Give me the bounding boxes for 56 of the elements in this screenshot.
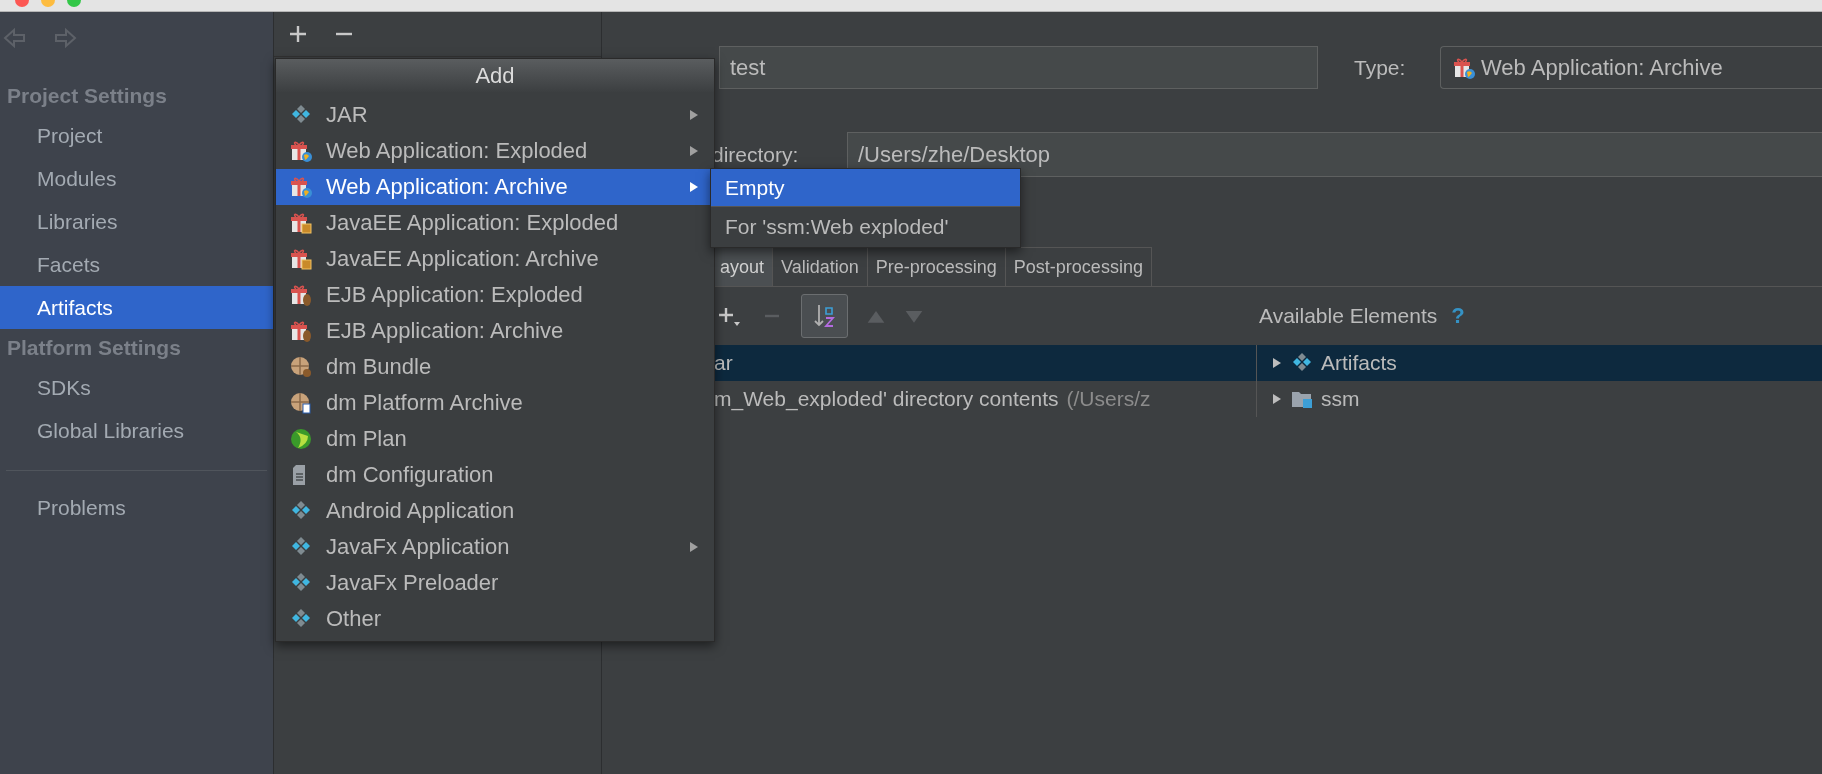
- bundle-icon: [290, 356, 312, 378]
- sort-icon: [811, 302, 838, 330]
- section-header: Project Settings: [6, 83, 168, 109]
- menu-item[interactable]: dm Plan: [276, 421, 714, 457]
- module-icon: [290, 536, 312, 558]
- module-icon: [290, 608, 312, 630]
- add-icon[interactable]: [287, 23, 309, 45]
- menu-item[interactable]: dm Configuration: [276, 457, 714, 493]
- directory-field[interactable]: /Users/zhe/Desktop: [847, 132, 1822, 177]
- menu-item[interactable]: EJB Application: Exploded: [276, 277, 714, 313]
- gift-globe-icon: [290, 140, 312, 162]
- sidebar-item[interactable]: Global Libraries: [0, 409, 273, 452]
- name-field[interactable]: test: [719, 46, 1318, 89]
- sort-toggle-button[interactable]: [801, 294, 848, 338]
- menu-item[interactable]: Android Application: [276, 493, 714, 529]
- sidebar-item[interactable]: Problems: [0, 486, 273, 529]
- gift-icon: [290, 212, 312, 234]
- module-icon: [290, 104, 312, 126]
- sidebar-item[interactable]: Artifacts: [0, 286, 273, 329]
- tree-item[interactable]: ssm: [1257, 381, 1822, 417]
- menu-item[interactable]: Web Application: Exploded: [276, 133, 714, 169]
- module-icon: [290, 500, 312, 522]
- sidebar-item[interactable]: Facets: [0, 243, 273, 286]
- menu-item[interactable]: JavaEE Application: Archive: [276, 241, 714, 277]
- directory-label: directory:: [712, 142, 800, 167]
- menu-item[interactable]: JavaFx Application: [276, 529, 714, 565]
- gift-globe-icon: [1453, 56, 1475, 79]
- tree-item[interactable]: Artifacts: [1257, 345, 1822, 381]
- sidebar-item[interactable]: Libraries: [0, 200, 273, 243]
- menu-item[interactable]: JavaFx Preloader: [276, 565, 714, 601]
- sphere-icon: [290, 428, 312, 450]
- gift-icon: [290, 248, 312, 270]
- section-header: Platform Settings: [6, 335, 182, 361]
- menu-item[interactable]: Other: [276, 601, 714, 637]
- menu-item[interactable]: dm Platform Archive: [276, 385, 714, 421]
- menu-item[interactable]: JAR: [276, 97, 714, 133]
- panel-header: Available Elements: [1259, 304, 1438, 328]
- add-dropdown-icon[interactable]: [717, 305, 743, 327]
- back-arrow-icon[interactable]: [3, 26, 27, 49]
- gift-icon: [290, 320, 312, 342]
- sidebar-item[interactable]: Modules: [0, 157, 273, 200]
- help-link[interactable]: ?: [1451, 303, 1465, 329]
- gift-icon: [290, 284, 312, 306]
- bundle-icon: [290, 392, 312, 414]
- menu-item[interactable]: For 'ssm:Web exploded': [711, 207, 1020, 247]
- sidebar-item[interactable]: SDKs: [0, 366, 273, 409]
- sidebar-item[interactable]: Project: [0, 114, 273, 157]
- menu-item[interactable]: JavaEE Application: Exploded: [276, 205, 714, 241]
- forward-arrow-icon[interactable]: [53, 26, 77, 49]
- module-icon: [290, 572, 312, 594]
- type-dropdown[interactable]: Web Application: Archive: [1440, 46, 1822, 89]
- menu-title: Add: [276, 59, 714, 92]
- menu-item[interactable]: Empty: [711, 169, 1020, 207]
- module-icon: [1291, 352, 1313, 374]
- gift-globe-icon: [290, 176, 312, 198]
- type-label: Type:: [1354, 55, 1407, 80]
